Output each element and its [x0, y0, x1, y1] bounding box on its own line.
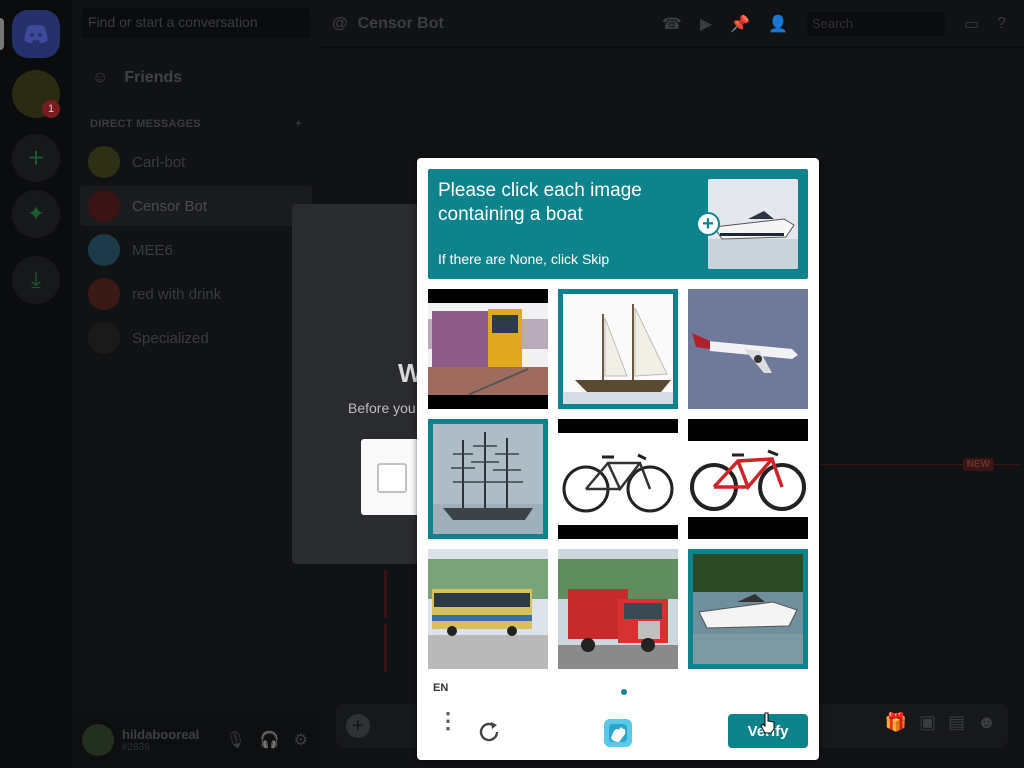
tile-image — [693, 554, 803, 664]
dm-item-label: MEE6 — [132, 241, 173, 259]
server-rail: 1 + ✦ ⤓ — [0, 0, 72, 768]
dm-item-label: Specialized — [132, 329, 209, 347]
add-server-icon[interactable]: + — [12, 134, 60, 182]
tile-image — [428, 549, 548, 669]
new-badge: NEW — [962, 458, 994, 471]
captcha-challenge: Please click each image containing a boa… — [417, 158, 819, 760]
avatar — [88, 278, 120, 310]
dm-item-label: Carl-bot — [132, 153, 186, 171]
user-name: hildabooreal — [122, 727, 200, 742]
search-input[interactable]: Search — [805, 12, 946, 36]
expand-example-icon[interactable]: + — [696, 212, 720, 236]
upload-icon[interactable]: + — [346, 714, 370, 738]
video-icon[interactable]: ▶ — [700, 14, 712, 34]
dm-item[interactable]: Specialized — [80, 318, 312, 358]
tile-image — [688, 289, 808, 409]
tile-image — [688, 419, 808, 539]
add-friend-icon[interactable]: 👤 — [768, 14, 788, 34]
message-accent — [384, 570, 387, 618]
direct-messages-label: DIRECT MESSAGES — [90, 118, 201, 130]
tile-image — [558, 419, 678, 539]
dm-item-label: Censor Bot — [132, 197, 208, 215]
user-panel: hildabooreal #2836 🎙 🎧 ⚙ — [72, 712, 320, 768]
tile-image — [433, 424, 543, 534]
captcha-tile-bus[interactable] — [428, 549, 548, 669]
tile-image — [428, 289, 548, 409]
captcha-tile-mountain-bicycle[interactable] — [688, 419, 808, 539]
dm-item-label: red with drink — [132, 285, 222, 303]
captcha-tile-train[interactable] — [428, 289, 548, 409]
add-dm-icon[interactable]: + — [295, 118, 302, 130]
verification-text: Before you — [348, 400, 416, 416]
avatar — [88, 234, 120, 266]
pin-icon[interactable]: 📌 — [730, 14, 750, 34]
captcha-checkbox[interactable] — [377, 463, 407, 493]
captcha-tile-airplane[interactable] — [688, 289, 808, 409]
friends-nav-item[interactable]: ☺ Friends — [80, 60, 312, 96]
tile-image — [563, 294, 673, 404]
refresh-icon[interactable] — [475, 718, 503, 746]
captcha-tile-road-bicycle[interactable] — [558, 419, 678, 539]
gif-icon[interactable]: ▣ — [919, 712, 936, 733]
menu-icon[interactable]: ⋮ — [437, 710, 459, 746]
inbox-icon[interactable]: ▭ — [964, 14, 979, 34]
avatar — [88, 146, 120, 178]
gear-icon[interactable]: ⚙ — [294, 730, 308, 750]
friends-label: Friends — [124, 69, 183, 86]
captcha-prompt: Please click each image containing a boa… — [428, 169, 808, 279]
gift-icon[interactable]: 🎁 — [885, 712, 907, 733]
friends-icon: ☺ — [92, 69, 109, 86]
rail-selected-indicator — [0, 18, 4, 50]
user-tag: #2836 — [122, 742, 150, 753]
notification-badge: 1 — [42, 100, 60, 118]
prompt-text: Please click each image containing a boa… — [438, 180, 642, 225]
help-icon[interactable]: ? — [997, 15, 1006, 33]
captcha-tile-fire-truck[interactable] — [558, 549, 678, 669]
user-info: hildabooreal #2836 — [122, 727, 199, 753]
example-image — [708, 179, 798, 269]
download-icon[interactable]: ⤓ — [12, 256, 60, 304]
tile-image — [558, 549, 678, 669]
hcaptcha-logo-icon — [601, 716, 635, 750]
prompt-subtext: If there are None, click Skip — [438, 251, 610, 267]
avatar[interactable] — [82, 724, 114, 756]
composer-toolbar: 🎁 ▣ ▤ ☻ — [885, 712, 996, 733]
message-accent — [384, 624, 387, 672]
mute-icon[interactable]: 🎙 — [225, 730, 245, 750]
app-window: 1 + ✦ ⤓ Find or start a conversation ☺ F… — [0, 0, 1024, 768]
avatar — [88, 190, 120, 222]
call-icon[interactable]: ☎ — [662, 14, 682, 34]
captcha-tile-speedboat[interactable] — [688, 549, 808, 669]
sticker-icon[interactable]: ▤ — [948, 712, 965, 733]
header-toolbar: ☎ ▶ 📌 👤 Search ▭ ? — [662, 12, 1006, 36]
discord-home-icon[interactable] — [12, 10, 60, 58]
avatar — [88, 322, 120, 354]
headphones-icon[interactable]: 🎧 — [260, 730, 280, 750]
channel-name: Censor Bot — [357, 14, 444, 32]
page-indicator — [621, 689, 627, 695]
dm-item[interactable]: Carl-bot — [80, 142, 312, 182]
at-icon: @ — [332, 14, 348, 32]
language-selector[interactable]: EN — [433, 682, 448, 694]
captcha-tile-sailboat[interactable] — [558, 289, 678, 409]
dm-item[interactable]: MEE6 — [80, 230, 312, 270]
dm-list: Carl-bot Censor Bot MEE6 red with drink Spec… — [80, 142, 312, 362]
image-grid — [428, 289, 808, 669]
explore-icon[interactable]: ✦ — [12, 190, 60, 238]
mouse-cursor-icon — [760, 712, 776, 734]
dm-search-input[interactable]: Find or start a conversation — [82, 8, 310, 38]
dm-item[interactable]: red with drink — [80, 274, 312, 314]
emoji-icon[interactable]: ☻ — [977, 712, 996, 733]
dm-sidebar: Find or start a conversation ☺ Friends D… — [72, 0, 320, 768]
user-controls: 🎙 🎧 ⚙ — [225, 730, 308, 750]
dm-item[interactable]: Censor Bot — [80, 186, 312, 226]
captcha-tile-tall-ship[interactable] — [428, 419, 548, 539]
direct-messages-header: DIRECT MESSAGES + — [90, 118, 302, 130]
